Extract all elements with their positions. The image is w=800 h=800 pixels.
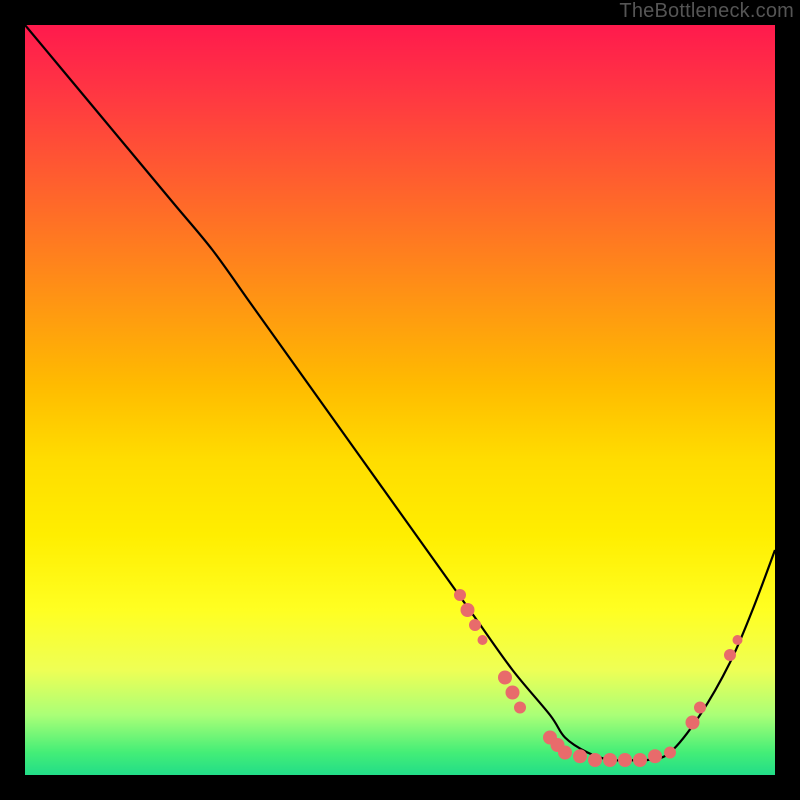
marker-dot [498, 671, 512, 685]
marker-dot [603, 753, 617, 767]
chart-frame [25, 25, 775, 775]
marker-group [454, 589, 743, 767]
marker-dot [514, 702, 526, 714]
marker-dot [724, 649, 736, 661]
marker-dot [573, 749, 587, 763]
marker-dot [633, 753, 647, 767]
marker-dot [588, 753, 602, 767]
marker-dot [664, 747, 676, 759]
marker-dot [618, 753, 632, 767]
marker-dot [648, 749, 662, 763]
marker-dot [506, 686, 520, 700]
marker-dot [454, 589, 466, 601]
marker-dot [733, 635, 743, 645]
marker-dot [461, 603, 475, 617]
marker-dot [478, 635, 488, 645]
marker-dot [469, 619, 481, 631]
marker-dot [558, 746, 572, 760]
chart-svg [25, 25, 775, 775]
watermark-text: TheBottleneck.com [619, 0, 794, 23]
marker-dot [694, 702, 706, 714]
bottleneck-curve [25, 25, 775, 761]
marker-dot [686, 716, 700, 730]
